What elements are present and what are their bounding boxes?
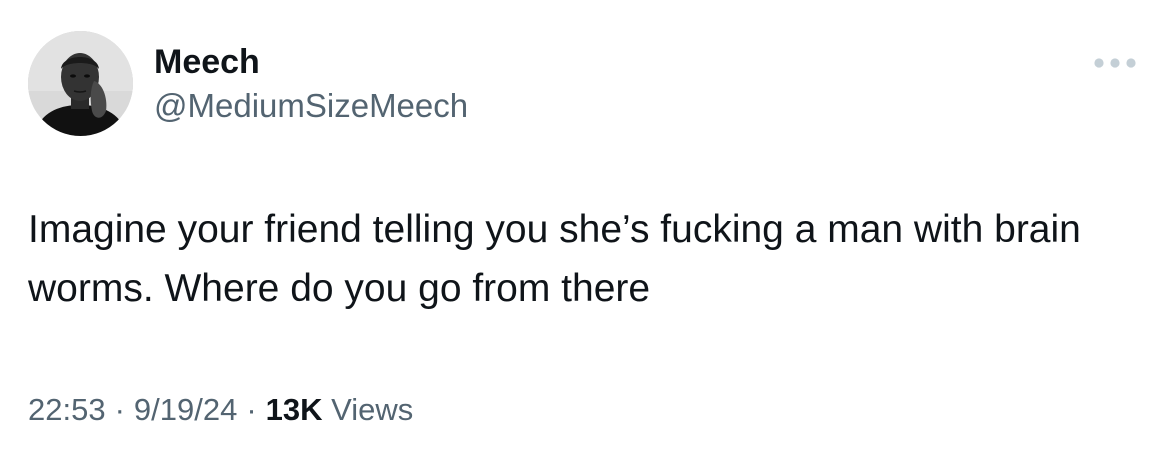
avatar[interactable] xyxy=(28,31,133,136)
tweet-time[interactable]: 22:53 xyxy=(28,392,106,427)
more-horizontal-icon xyxy=(1094,58,1136,68)
tweet-date[interactable]: 9/19/24 xyxy=(134,392,237,427)
views-label[interactable]: Views xyxy=(331,392,413,427)
tweet-meta: 22:53 · 9/19/24 · 13K Views xyxy=(28,391,413,429)
views-count[interactable]: 13K xyxy=(266,392,323,427)
tweet-text: Imagine your friend telling you she’s fu… xyxy=(28,208,1081,310)
author-display-name[interactable]: Meech xyxy=(154,43,260,81)
more-options-button[interactable] xyxy=(1090,50,1140,76)
author-handle[interactable]: @MediumSizeMeech xyxy=(154,87,468,125)
user-avatar-photo-icon xyxy=(28,31,133,136)
meta-separator: · xyxy=(114,392,125,427)
tweet-card: Meech @MediumSizeMeech Imagine your frie… xyxy=(0,0,1170,455)
meta-separator: · xyxy=(246,392,257,427)
